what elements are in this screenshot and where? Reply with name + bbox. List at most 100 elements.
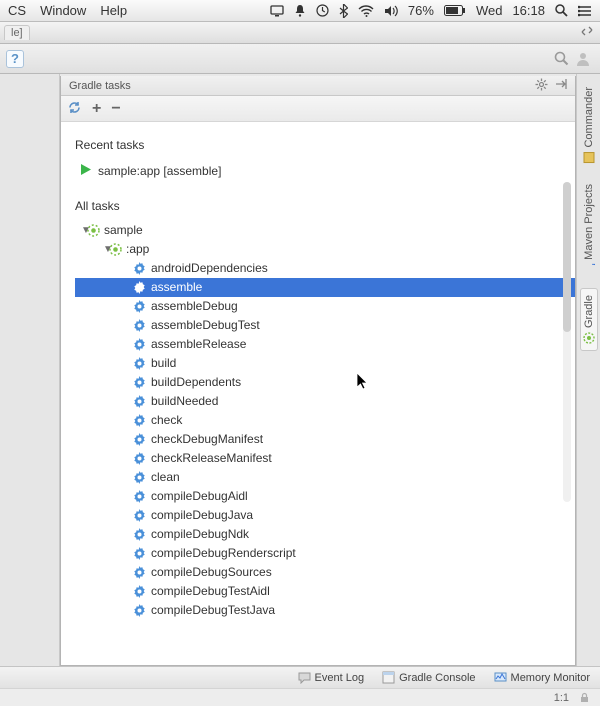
task-gear-icon [133,604,146,617]
task-label: compileDebugRenderscript [151,544,296,563]
task-label: checkReleaseManifest [151,449,272,468]
task-row[interactable]: compileDebugJava [75,506,575,525]
task-row[interactable]: compileDebugAidl [75,487,575,506]
module-icon [109,243,122,256]
spotlight-icon[interactable] [555,4,568,17]
recent-task-item[interactable]: sample:app [assemble] [75,160,575,189]
task-row[interactable]: compileDebugNdk [75,525,575,544]
task-gear-icon [133,509,146,522]
task-gear-icon [133,300,146,313]
task-gear-icon [133,490,146,503]
task-row[interactable]: checkDebugManifest [75,430,575,449]
module-icon [87,224,100,237]
task-label: assembleDebug [151,297,238,316]
event-log-button[interactable]: Event Log [298,671,365,684]
task-row[interactable]: check [75,411,575,430]
collapse-icon[interactable] [580,24,594,41]
task-row[interactable]: buildNeeded [75,392,575,411]
memory-monitor-button[interactable]: Memory Monitor [494,671,590,684]
remove-task-button[interactable]: − [111,101,120,117]
bell-icon[interactable] [294,4,306,17]
task-gear-icon [133,452,146,465]
tree-module-label: sample [104,221,143,240]
menu-item[interactable]: Help [100,3,127,18]
hide-icon[interactable] [554,78,567,94]
panel-toolbar: + − [61,96,575,122]
notifications-icon[interactable] [578,5,592,17]
task-row[interactable]: assemble [75,278,575,297]
volume-icon[interactable] [384,5,398,17]
bluetooth-icon[interactable] [339,4,348,18]
balloon-icon [298,671,311,684]
add-task-button[interactable]: + [92,101,101,117]
status-bar-2: 1:1 [0,688,600,706]
menu-item[interactable]: CS [8,3,26,18]
task-gear-icon [133,433,146,446]
task-row[interactable]: buildDependents [75,373,575,392]
console-icon [382,671,395,684]
task-row[interactable]: androidDependencies [75,259,575,278]
task-gear-icon [133,357,146,370]
task-row[interactable]: assembleRelease [75,335,575,354]
task-gear-icon [133,414,146,427]
task-label: buildDependents [151,373,241,392]
user-icon[interactable] [572,48,594,70]
chevron-down-icon[interactable]: ▼ [99,240,109,259]
task-row[interactable]: checkReleaseManifest [75,449,575,468]
tree-module-row[interactable]: ▼ :app [75,240,575,259]
task-tree[interactable]: ▼ sample ▼ :app androidDependenciesassem… [75,221,575,620]
help-button[interactable]: ? [6,50,24,68]
gradle-console-button[interactable]: Gradle Console [382,671,475,684]
task-label: check [151,411,182,430]
scrollbar[interactable] [563,182,571,502]
tree-module-label: :app [126,240,149,259]
refresh-icon[interactable] [67,100,82,118]
task-label: compileDebugJava [151,506,253,525]
task-row[interactable]: compileDebugTestAidl [75,582,575,601]
monitor-icon [494,671,507,684]
task-label: compileDebugNdk [151,525,249,544]
task-label: checkDebugManifest [151,430,263,449]
task-row[interactable]: build [75,354,575,373]
task-gear-icon [133,528,146,541]
task-label: compileDebugAidl [151,487,248,506]
task-row[interactable]: assembleDebugTest [75,316,575,335]
task-label: androidDependencies [151,259,268,278]
timemachine-icon[interactable] [316,4,329,17]
tree-module-row[interactable]: ▼ sample [75,221,575,240]
gradle-tasks-panel: Gradle tasks + − Recent tasks sample:app… [60,76,576,666]
right-dock: Commander m Maven Projects Gradle [576,74,600,666]
dock-tab-maven[interactable]: m Maven Projects [580,177,598,283]
task-row[interactable]: clean [75,468,575,487]
status-bar: Event Log Gradle Console Memory Monitor [0,666,600,688]
search-icon[interactable] [550,48,572,70]
clock-time[interactable]: 16:18 [512,3,545,18]
tab[interactable]: le] [4,25,30,40]
gear-icon[interactable] [535,78,548,94]
battery-percent: 76% [408,3,434,18]
task-row[interactable]: compileDebugSources [75,563,575,582]
screenshare-icon[interactable] [270,5,284,17]
recent-tasks-label: Recent tasks [75,138,575,152]
menu-item[interactable]: Window [40,3,86,18]
dock-tab-gradle[interactable]: Gradle [580,288,598,351]
task-gear-icon [133,338,146,351]
editor-tabstrip: le] [0,22,600,44]
recent-task-label: sample:app [assemble] [98,164,221,178]
lock-icon[interactable] [579,692,590,703]
task-label: buildNeeded [151,392,218,411]
scrollbar-thumb[interactable] [563,182,571,332]
clock-day[interactable]: Wed [476,3,503,18]
wifi-icon[interactable] [358,5,374,17]
panel-title: Gradle tasks [69,80,529,92]
chevron-down-icon[interactable]: ▼ [77,221,87,240]
task-gear-icon [133,262,146,275]
caret-position: 1:1 [554,692,569,704]
task-row[interactable]: compileDebugTestJava [75,601,575,620]
task-row[interactable]: assembleDebug [75,297,575,316]
task-row[interactable]: compileDebugRenderscript [75,544,575,563]
task-label: compileDebugTestJava [151,601,275,620]
task-label: assembleDebugTest [151,316,260,335]
dock-tab-commander[interactable]: Commander [580,80,598,171]
battery-icon[interactable] [444,5,466,16]
